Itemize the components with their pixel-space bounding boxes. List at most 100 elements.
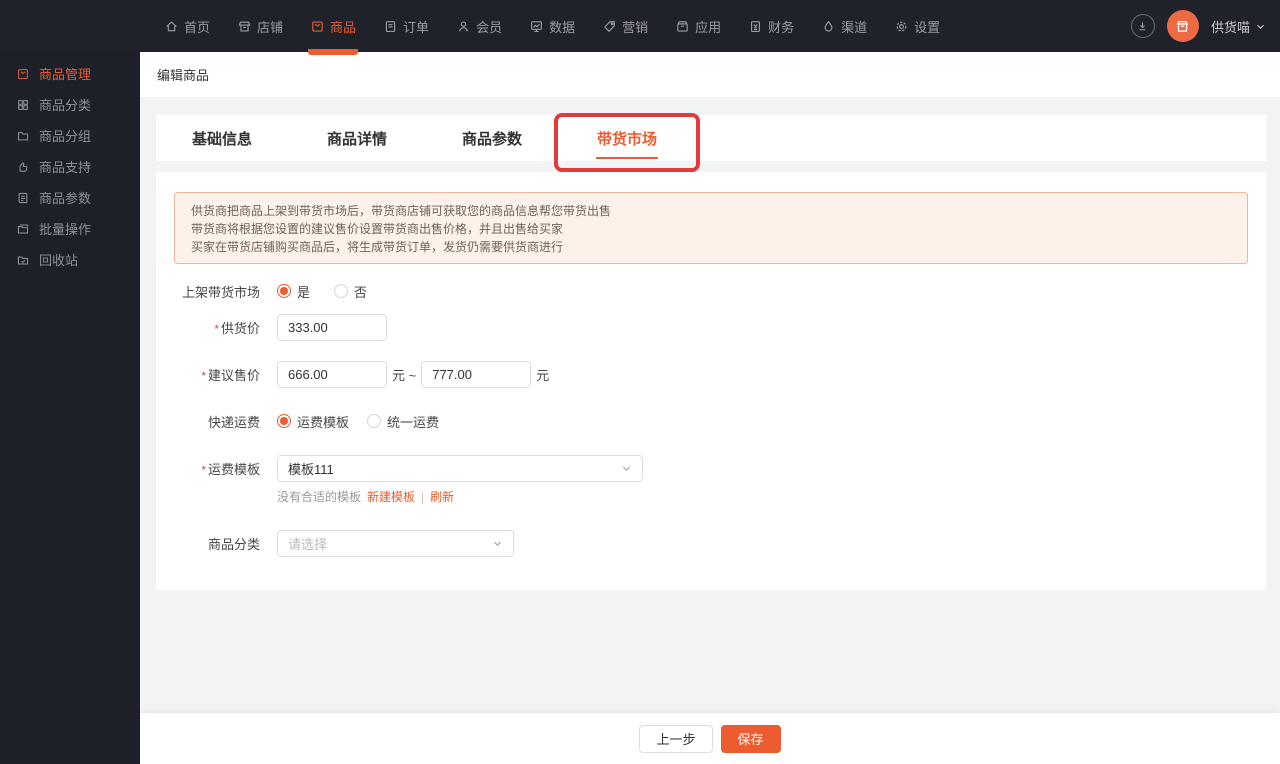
member-icon [459, 21, 468, 31]
helper-text: 没有合适的模板 [277, 490, 362, 504]
refresh-link[interactable]: 刷新 [430, 488, 454, 505]
sidebar-item-goods-groups[interactable]: 商品分组 [0, 120, 140, 151]
active-nav-underline [308, 49, 359, 55]
sidebar-label: 批量操作 [39, 222, 92, 237]
page-title: 编辑商品 [157, 68, 210, 83]
chevron-down-icon [623, 466, 630, 471]
top-nav-items: 首页 店铺 商品 订单 会员 数据 营销 应用 财务 渠道 设置 [0, 0, 940, 55]
top-navbar: 首页 店铺 商品 订单 会员 数据 营销 应用 财务 渠道 设置 供货喵 [0, 0, 1280, 55]
form-row-listing: 上架带货市场 是 否 [156, 280, 1266, 302]
topnav-item-finance[interactable]: 财务 [748, 0, 794, 52]
sidebar-item-recycle-bin[interactable]: 回收站 [0, 244, 140, 275]
account-avatar[interactable] [1166, 10, 1199, 42]
download-icon [1140, 21, 1146, 30]
form-row-supply-price: * 供货价 [156, 314, 1266, 341]
form-row-shipping-template: * 运费模板 模板111 [156, 455, 1266, 482]
topnav-label: 营销 [622, 19, 649, 35]
topnav-item-marketing[interactable]: 营销 [602, 0, 648, 52]
sidebar-item-batch-operations[interactable]: 批量操作 [0, 213, 140, 244]
radio-label-no[interactable]: 否 [354, 282, 367, 301]
tab-label: 商品详情 [326, 130, 387, 148]
supply-price-input[interactable] [277, 314, 387, 341]
required-asterisk: * [214, 322, 219, 336]
radio-label-shipping-unified[interactable]: 统一运费 [387, 412, 439, 431]
topnav-item-channels[interactable]: 渠道 [821, 0, 867, 52]
storefront-icon [238, 21, 251, 31]
form-panel: 供货商把商品上架到带货市场后，带货商店铺可获取您的商品信息帮您带货出售 带货商将… [156, 172, 1266, 590]
topnav-item-settings[interactable]: 设置 [894, 0, 940, 52]
notice-banner: 供货商把商品上架到带货市场后，带货商店铺可获取您的商品信息帮您带货出售 带货商将… [174, 192, 1248, 264]
goods-manage-icon [18, 68, 28, 79]
topnav-right-cluster: 供货喵 [1130, 0, 1266, 52]
required-asterisk: * [201, 463, 206, 477]
topnav-item-goods[interactable]: 商品 [308, 0, 359, 55]
download-button[interactable] [1130, 14, 1155, 38]
document-icon [18, 192, 28, 203]
category-select[interactable]: 请选择 [277, 530, 514, 557]
grid-icon [18, 99, 28, 110]
save-button[interactable]: 保存 [720, 724, 781, 753]
tab-goods-detail[interactable]: 商品详情 [325, 115, 389, 161]
form-row-suggested-price: *建议售价 元 ~ 元 [156, 361, 1266, 388]
topnav-item-data[interactable]: 数据 [529, 0, 575, 52]
topnav-item-orders[interactable]: 订单 [383, 0, 429, 52]
content-area: 编辑商品 基础信息 商品详情 商品参数 带货市场 供货商把商品上架到带货市场后，… [140, 52, 1280, 764]
field-label: * 建议售价 [201, 368, 260, 383]
notice-line: 买家在带货店铺购买商品后，将生成带货订单，发货仍需要供货商进行 [191, 240, 564, 254]
radio-label-yes[interactable]: 是 [297, 282, 310, 301]
page-header: 编辑商品 [140, 52, 1280, 97]
required-asterisk: * [201, 369, 206, 383]
chevron-down-icon [494, 541, 501, 546]
sidebar-label: 商品分组 [39, 129, 92, 144]
sidebar-item-goods-parameters[interactable]: 商品参数 [0, 182, 140, 213]
sidebar-item-goods-management[interactable]: 商品管理 [0, 58, 140, 89]
sidebar: 商品管理 商品分类 商品分组 商品支持 商品参数 批量操作 回收站 [0, 52, 140, 764]
previous-step-button[interactable]: 上一步 [639, 724, 713, 753]
sidebar-label: 商品参数 [39, 191, 92, 206]
shipping-template-select[interactable]: 模板111 [277, 455, 643, 482]
notice-line: 带货商将根据您设置的建议售价设置带货商出售价格，并且出售给买家 [191, 222, 564, 236]
new-template-link[interactable]: 新建模板 [367, 488, 415, 505]
apps-icon [677, 20, 688, 32]
form-row-shipping: 快递运费 运费模板 统一运费 [156, 410, 1266, 432]
topnav-label: 应用 [695, 19, 722, 35]
topnav-label: 渠道 [841, 19, 868, 35]
topnav-label: 店铺 [257, 19, 284, 35]
notice-line: 供货商把商品上架到带货市场后，带货商店铺可获取您的商品信息帮您带货出售 [191, 204, 612, 218]
tab-label: 基础信息 [191, 130, 252, 148]
sidebar-item-goods-categories[interactable]: 商品分类 [0, 89, 140, 120]
order-icon [385, 20, 396, 32]
topnav-item-members[interactable]: 会员 [456, 0, 502, 52]
radio-listing-no[interactable] [334, 284, 349, 298]
tab-basic-info[interactable]: 基础信息 [190, 115, 254, 161]
topnav-item-apps[interactable]: 应用 [675, 0, 721, 52]
sidebar-item-goods-support[interactable]: 商品支持 [0, 151, 140, 182]
tab-reseller-market[interactable]: 带货市场 [554, 113, 700, 172]
radio-shipping-unified[interactable] [367, 414, 382, 428]
topnav-label: 财务 [768, 19, 795, 35]
account-name: 供货喵 [1210, 19, 1250, 35]
radio-shipping-template[interactable] [277, 414, 291, 428]
sidebar-label: 商品支持 [39, 160, 92, 175]
radio-label-shipping-template[interactable]: 运费模板 [297, 412, 349, 431]
account-menu[interactable]: 供货喵 [1211, 17, 1266, 36]
topnav-label: 数据 [549, 19, 576, 35]
data-chart-icon [531, 20, 543, 32]
suggested-price-min-input[interactable] [277, 361, 387, 388]
marketing-tag-icon [604, 20, 615, 32]
recycle-folder-icon [17, 256, 29, 265]
field-label: * 运费模板 [201, 462, 260, 477]
topnav-label: 商品 [330, 19, 357, 35]
channel-icon [824, 20, 833, 31]
active-tab-underline [596, 157, 658, 159]
select-value: 模板111 [288, 462, 334, 477]
sidebar-label: 回收站 [39, 253, 79, 268]
topnav-item-home[interactable]: 首页 [164, 0, 210, 52]
gear-icon [896, 21, 907, 31]
tab-goods-parameters[interactable]: 商品参数 [460, 115, 524, 161]
goods-icon [312, 20, 323, 32]
suggested-price-max-input[interactable] [421, 361, 532, 388]
topnav-item-store[interactable]: 店铺 [237, 0, 283, 52]
radio-listing-yes[interactable] [277, 284, 291, 298]
field-label: 上架带货市场 [181, 284, 260, 300]
